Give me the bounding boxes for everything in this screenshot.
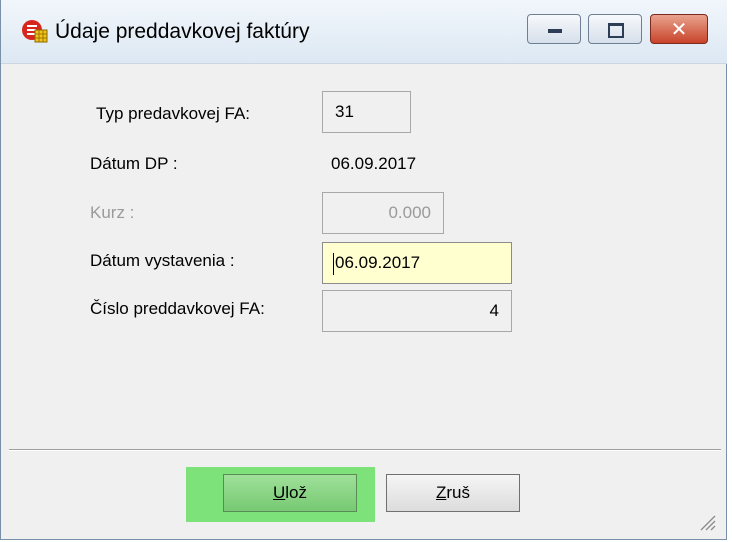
typ-field[interactable]: 31	[322, 91, 411, 133]
datum-dp-value: 06.09.2017	[331, 154, 417, 173]
save-accelerator: U	[272, 483, 286, 502]
datum-vystavenia-field[interactable]: 06.09.2017	[322, 242, 512, 284]
typ-label: Typ predavkovej FA:	[96, 104, 251, 123]
text-cursor	[333, 252, 334, 275]
title-bar[interactable]: Údaje preddavkovej faktúry ✕	[1, 0, 727, 64]
kurz-label: Kurz :	[90, 203, 135, 222]
window-title: Údaje preddavkovej faktúry	[55, 20, 310, 43]
datum-dp-label: Dátum DP :	[90, 154, 178, 173]
minimize-icon	[528, 15, 580, 43]
cancel-label: ruš	[446, 483, 470, 502]
dialog-window: Údaje preddavkovej faktúry ✕ Typ predavk…	[0, 0, 727, 540]
app-logo-icon	[21, 18, 49, 44]
close-button[interactable]: ✕	[650, 14, 708, 44]
close-icon: ✕	[670, 17, 688, 41]
minimize-button[interactable]	[527, 14, 581, 44]
save-button[interactable]: Ulož	[223, 474, 357, 512]
resize-grip-icon[interactable]	[698, 513, 716, 531]
cancel-button[interactable]: Zruš	[386, 474, 520, 512]
datum-vystavenia-label: Dátum vystavenia :	[90, 251, 235, 270]
divider	[9, 449, 721, 451]
cislo-field[interactable]: 4	[322, 290, 512, 332]
maximize-icon	[589, 15, 641, 43]
maximize-button[interactable]	[588, 14, 642, 44]
cislo-label: Číslo preddavkovej FA:	[90, 299, 265, 318]
kurz-field[interactable]: 0.000	[322, 192, 444, 234]
cancel-accelerator: Z	[435, 483, 447, 502]
save-label: lož	[285, 483, 307, 502]
datum-vystavenia-value: 06.09.2017	[335, 253, 421, 272]
